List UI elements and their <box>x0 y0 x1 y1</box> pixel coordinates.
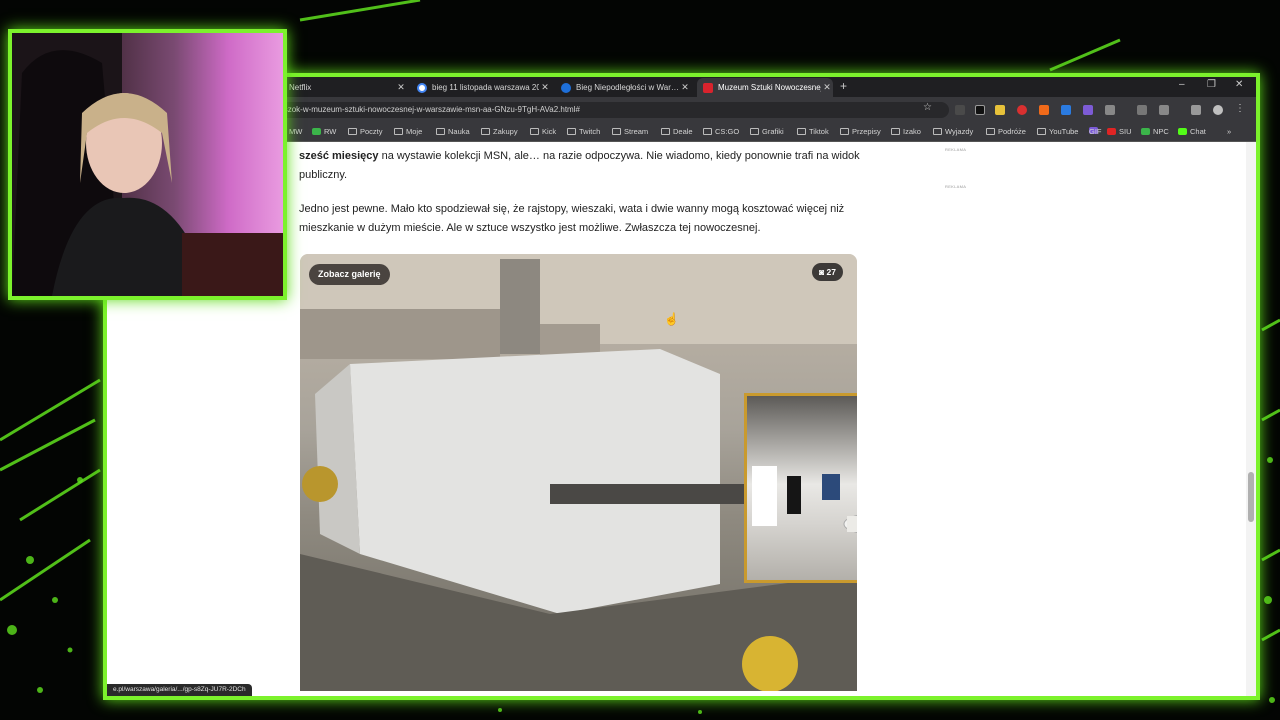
bookmark-folder[interactable]: Kick <box>530 127 556 136</box>
bookmark-item[interactable]: RW <box>312 127 336 136</box>
bookmark-icon <box>1141 128 1150 135</box>
scrollbar-thumb[interactable] <box>1248 472 1254 522</box>
folder-icon <box>530 128 539 135</box>
tab-title: Netflix <box>289 83 312 92</box>
folder-icon <box>612 128 621 135</box>
folder-icon <box>394 128 403 135</box>
tab-bieg-niepodleglosci[interactable]: Bieg Niepodległości w War… ✕ <box>555 78 691 97</box>
folder-icon <box>661 128 670 135</box>
bookmark-folder[interactable]: Zakupy <box>481 127 518 136</box>
bookmark-item[interactable]: Chat <box>1178 127 1206 136</box>
kick-icon <box>1178 128 1187 135</box>
bookmark-folder[interactable]: Moje <box>394 127 422 136</box>
camera-icon: ◙ <box>819 267 827 277</box>
folder-icon <box>348 128 357 135</box>
tab-netflix[interactable]: Netflix ✕ <box>283 78 407 97</box>
link-status-bar: e.pl/warszawa/galeria/.../gp-s8Zq-JU7R-2… <box>107 684 252 696</box>
folder-icon <box>567 128 576 135</box>
bookmark-folder[interactable]: Nauka <box>436 127 470 136</box>
view-gallery-button[interactable]: Zobacz galerię <box>309 264 390 285</box>
extension-icon[interactable] <box>1159 105 1169 115</box>
extension-icon[interactable] <box>1017 105 1027 115</box>
bookmark-folder[interactable]: Wyjazdy <box>933 127 973 136</box>
bookmark-folder[interactable]: Deale <box>661 127 693 136</box>
close-tab-icon[interactable]: ✕ <box>821 82 833 93</box>
bookmark-item[interactable]: GIF <box>1089 127 1102 136</box>
folder-icon <box>481 128 490 135</box>
folder-icon <box>986 128 995 135</box>
gallery-preview-image[interactable] <box>744 393 857 583</box>
close-tab-icon[interactable]: ✕ <box>679 82 691 93</box>
close-tab-icon[interactable]: ✕ <box>539 82 551 93</box>
article-paragraph: sześć miesięcy na wystawie kolekcji MSN,… <box>299 147 864 185</box>
extension-icon[interactable] <box>1061 105 1071 115</box>
extension-icon[interactable] <box>1137 105 1147 115</box>
bookmark-icon <box>312 128 321 135</box>
bookmark-folder[interactable]: Izako <box>891 127 921 136</box>
extension-icon[interactable] <box>955 105 965 115</box>
menu-kebab-icon[interactable]: ⋮ <box>1235 103 1245 114</box>
photo-count: 27 <box>826 267 836 277</box>
bookmark-folder[interactable]: Stream <box>612 127 648 136</box>
folder-icon <box>703 128 712 135</box>
extension-icon[interactable] <box>1191 105 1201 115</box>
close-tab-icon[interactable]: ✕ <box>395 82 407 93</box>
folder-icon <box>1037 128 1046 135</box>
bookmark-folder[interactable]: YouTube <box>1037 127 1078 136</box>
bookmark-folder[interactable]: Przepisy <box>840 127 881 136</box>
close-window-icon[interactable]: ✕ <box>1235 79 1243 90</box>
bookmark-item[interactable]: MW <box>289 127 302 136</box>
restore-icon[interactable]: ❐ <box>1207 79 1216 90</box>
exhibition-room-photo <box>752 466 857 533</box>
bookmark-folder[interactable]: CS:GO <box>703 127 739 136</box>
folder-icon <box>891 128 900 135</box>
new-tab-plus-icon[interactable]: + <box>840 79 847 93</box>
bookmark-folder[interactable]: Twitch <box>567 127 600 136</box>
bookmark-folder[interactable]: Podróże <box>986 127 1026 136</box>
folder-icon <box>436 128 445 135</box>
bookmark-folder[interactable]: Tiktok <box>797 127 829 136</box>
mouse-pointer-icon: ☝ <box>664 312 679 326</box>
tab-title: Muzeum Sztuki Nowoczesnej w… <box>718 83 821 92</box>
minimize-icon[interactable]: – <box>1179 79 1185 90</box>
page-scrollbar[interactable] <box>1246 142 1256 696</box>
tab-bieg-search[interactable]: bieg 11 listopada warszawa 20… ✕ <box>411 78 551 97</box>
paragraph-text: na wystawie kolekcji MSN, ale… na razie … <box>299 150 860 181</box>
site-favicon-icon <box>703 82 713 93</box>
webcam-overlay <box>8 29 287 300</box>
folder-icon <box>840 128 849 135</box>
article-paragraph: Jedno jest pewne. Mało kto spodziewał si… <box>299 203 845 234</box>
extension-icon[interactable] <box>1083 105 1093 115</box>
bookmark-item[interactable]: NPC <box>1141 127 1169 136</box>
photo-count-badge[interactable]: ◙ 27 <box>812 263 843 281</box>
bookmark-item[interactable]: SIU <box>1107 127 1132 136</box>
puzzle-icon[interactable] <box>1105 105 1115 115</box>
extension-icon[interactable] <box>995 105 1005 115</box>
bookmark-folder[interactable]: Poczty <box>348 127 383 136</box>
gif-icon: GIF <box>1089 127 1102 136</box>
google-icon <box>417 82 427 93</box>
streamer-webcam-feed <box>12 33 283 296</box>
tab-muzeum-sztuki[interactable]: Muzeum Sztuki Nowoczesnej w… ✕ <box>697 78 833 97</box>
site-favicon-icon <box>561 82 571 93</box>
ad-label: REKLAMA <box>945 184 967 189</box>
folder-icon <box>797 128 806 135</box>
more-bookmarks-icon[interactable]: » <box>1227 127 1231 136</box>
folder-icon <box>933 128 942 135</box>
tab-title: bieg 11 listopada warszawa 20… <box>432 83 539 92</box>
youtube-icon <box>1107 128 1116 135</box>
profile-avatar-icon[interactable] <box>1213 105 1223 115</box>
folder-icon <box>750 128 759 135</box>
extension-icon[interactable] <box>975 105 985 115</box>
bookmark-star-icon[interactable]: ☆ <box>923 102 932 113</box>
tab-title: Bieg Niepodległości w War… <box>576 83 679 92</box>
extension-icon[interactable] <box>1039 105 1049 115</box>
ad-label: REKLAMA <box>945 147 967 152</box>
gallery-hero-image[interactable]: Zobacz galerię ◙ 27 <box>300 254 857 691</box>
bookmark-folder[interactable]: Grafiki <box>750 127 784 136</box>
bold-text: sześć miesięcy <box>299 150 379 162</box>
